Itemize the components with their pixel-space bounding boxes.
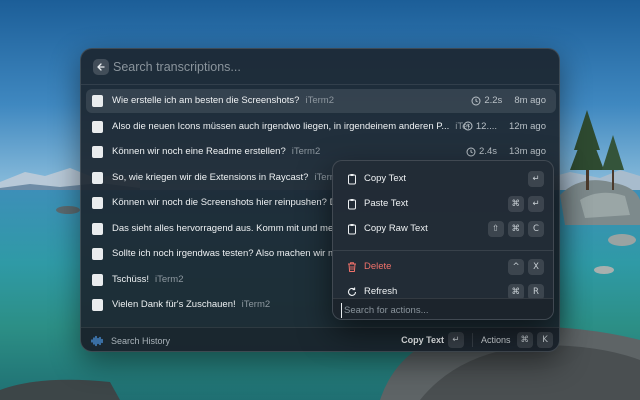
- clock-icon: [466, 147, 476, 156]
- actions-search-input[interactable]: [341, 303, 541, 318]
- list-item-text-wrap: Vielen Dank für's Zuschauen! iTerm2: [112, 299, 334, 310]
- list-item-meta: 2.2s 8m ago: [471, 95, 546, 106]
- clipboard-icon: [348, 224, 356, 235]
- action-paste-text[interactable]: Paste Text ⌘ ↵: [338, 192, 550, 216]
- footer-title-text: Search History: [111, 336, 171, 346]
- list-item-title: Können wir noch die Screenshots hier rei…: [112, 197, 334, 208]
- document-icon: [92, 273, 103, 286]
- clipboard-icon: [348, 174, 356, 185]
- document-icon: [92, 222, 103, 235]
- action-label: Copy Text: [364, 173, 407, 184]
- action-copy-text[interactable]: Copy Text ↵: [338, 167, 550, 191]
- trash-icon: [348, 262, 356, 272]
- list-item-title: Wie erstelle ich am besten die Screensho…: [112, 95, 300, 106]
- search-input[interactable]: [113, 57, 533, 77]
- list-item-time-ago: 13m ago: [509, 146, 546, 157]
- footer-bar: Search History Copy Text ↵ Actions ⌘ K: [81, 327, 559, 351]
- list-item-app: iTerm2: [305, 95, 334, 106]
- action-label: Paste Text: [364, 198, 409, 209]
- list-item-time-ago: 12m ago: [509, 120, 546, 132]
- action-copy-raw-text[interactable]: Copy Raw Text ⇧ ⌘ C: [338, 217, 550, 241]
- list-item-text-wrap: Tschüss! iTerm2: [112, 274, 334, 285]
- actions-button[interactable]: Actions ⌘ K: [481, 332, 553, 348]
- x-key-hint: X: [528, 259, 544, 275]
- list-item-title: Sollte ich noch irgendwas testen? Also m…: [112, 248, 334, 259]
- document-icon: [92, 95, 103, 107]
- document-icon: [92, 197, 103, 209]
- primary-action-button[interactable]: Copy Text: [401, 335, 444, 345]
- list-item-meta: 12.... 12m ago: [463, 121, 546, 132]
- waveform-icon: [91, 335, 103, 347]
- list-item-text-wrap: Sollte ich noch irgendwas testen? Also m…: [112, 248, 334, 259]
- list-item-duration: 2.4s: [479, 146, 498, 157]
- action-shortcut: ⇧ ⌘ C: [484, 221, 544, 237]
- footer-divider: [471, 333, 473, 347]
- action-shortcut: ↵: [524, 171, 544, 187]
- list-item-title: So, wie kriegen wir die Extensions in Ra…: [112, 171, 309, 183]
- list-item-app: iTerm2: [241, 299, 271, 310]
- return-key-hint: ↵: [528, 196, 544, 212]
- list-item-text-wrap: Also die neuen Icons müssen auch irgendw…: [112, 121, 470, 132]
- command-key-hint: ⌘: [516, 332, 533, 348]
- k-key-hint: K: [537, 332, 553, 348]
- clipboard-icon: [348, 199, 356, 210]
- list-item-meta: 2.4s 13m ago: [466, 146, 546, 157]
- control-key-hint: ^: [508, 259, 524, 275]
- actions-label: Actions: [480, 335, 511, 345]
- document-icon: [92, 120, 103, 133]
- list-item-text-wrap: Wie erstelle ich am besten die Screensho…: [112, 95, 442, 106]
- clock-icon: [463, 121, 473, 131]
- list-item-title: Das sieht alles hervorragend aus. Komm m…: [112, 222, 334, 234]
- back-button[interactable]: [93, 59, 109, 75]
- action-shortcut: ^ X: [504, 259, 544, 275]
- action-label: Delete: [364, 261, 392, 272]
- list-item-time-ago: 8m ago: [514, 95, 546, 106]
- list-item[interactable]: Wie erstelle ich am besten die Screensho…: [86, 89, 556, 113]
- return-key-hint: ↵: [528, 171, 544, 187]
- return-key-hint: ↵: [447, 332, 464, 348]
- panel-divider: [333, 250, 553, 251]
- document-icon: [92, 171, 103, 184]
- list-item-text-wrap: Können wir noch die Screenshots hier rei…: [112, 197, 334, 208]
- list-item-text-wrap: So, wie kriegen wir die Extensions in Ra…: [112, 172, 334, 183]
- command-key-hint: ⌘: [507, 196, 524, 212]
- action-label: Copy Raw Text: [364, 223, 428, 234]
- actions-search-bar: [333, 298, 553, 319]
- action-delete[interactable]: Delete ^ X: [338, 255, 550, 279]
- arrow-left-icon: [97, 63, 105, 71]
- c-key-hint: C: [528, 221, 544, 237]
- list-item-app: iTerm2: [154, 273, 184, 285]
- shift-key-hint: ⇧: [487, 221, 504, 237]
- list-item-duration: 2.2s: [484, 95, 503, 106]
- list-item-title: Vielen Dank für's Zuschauen!: [112, 299, 236, 310]
- search-bar: [81, 49, 559, 85]
- footer-title: Search History: [91, 335, 170, 347]
- command-key-hint: ⌘: [507, 221, 524, 237]
- action-label: Refresh: [364, 286, 398, 297]
- list-item-app: iTerm2: [291, 146, 321, 157]
- list-item[interactable]: Also die neuen Icons müssen auch irgendw…: [86, 115, 556, 139]
- list-item-title: Also die neuen Icons müssen auch irgendw…: [112, 120, 450, 132]
- list-item-title: Können wir noch eine Readme erstellen?: [112, 146, 286, 157]
- action-shortcut: ⌘ ↵: [504, 196, 544, 212]
- list-item-text-wrap: Das sieht alles hervorragend aus. Komm m…: [112, 223, 334, 234]
- actions-panel: Copy Text ↵ Paste Text ⌘ ↵ Copy Raw Text…: [332, 160, 554, 320]
- clock-icon: [471, 96, 481, 105]
- list-item-duration: 12....: [475, 120, 498, 132]
- document-icon: [92, 248, 103, 260]
- list-item-title: Tschüss!: [112, 273, 149, 285]
- document-icon: [92, 146, 103, 158]
- list-item-text-wrap: Können wir noch eine Readme erstellen? iT…: [112, 146, 452, 157]
- document-icon: [92, 299, 103, 311]
- footer-actions: Copy Text ↵ Actions ⌘ K: [401, 332, 553, 348]
- refresh-icon: [348, 287, 357, 296]
